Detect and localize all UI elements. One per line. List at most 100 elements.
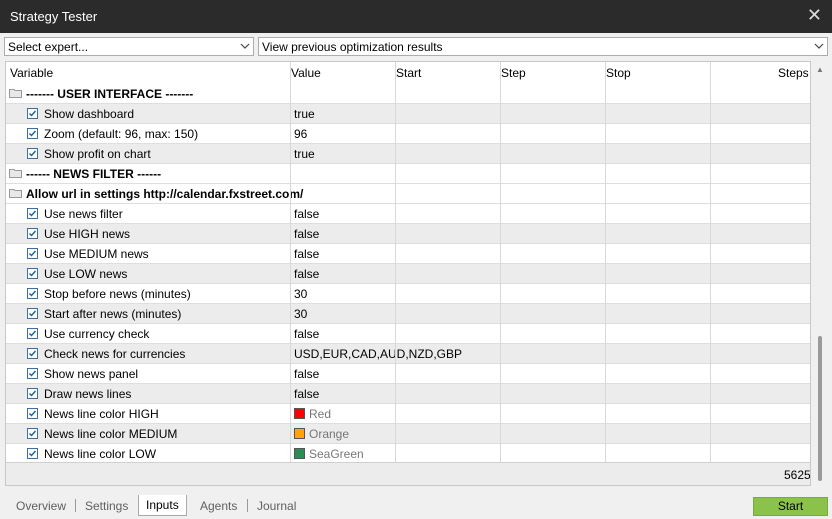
param-name: News line color MEDIUM [44, 427, 178, 441]
param-value[interactable]: true [294, 107, 315, 121]
chevron-down-icon [240, 43, 250, 49]
color-value[interactable]: Red [291, 404, 391, 424]
checkbox-icon[interactable] [27, 348, 38, 359]
table-row[interactable]: News line color LOW SeaGreen [6, 444, 810, 464]
checkbox-icon[interactable] [27, 208, 38, 219]
checkbox-icon[interactable] [27, 148, 38, 159]
table-row[interactable]: Use LOW news false [6, 264, 810, 284]
start-button[interactable]: Start [753, 497, 828, 516]
param-value[interactable]: 30 [294, 307, 307, 321]
param-value[interactable]: false [294, 267, 319, 281]
checkbox-icon[interactable] [27, 128, 38, 139]
optimization-results-select[interactable]: View previous optimization results [258, 37, 828, 56]
param-name: Use currency check [44, 327, 150, 341]
title-bar: Strategy Tester ✕ [0, 0, 832, 33]
column-divider [605, 62, 606, 462]
column-divider [710, 62, 711, 462]
table-row[interactable]: Use HIGH news false [6, 224, 810, 244]
group-row[interactable]: ------- USER INTERFACE ------- [6, 84, 810, 104]
column-divider [500, 62, 501, 462]
color-value[interactable]: Orange [291, 424, 391, 444]
param-value[interactable]: false [294, 207, 319, 221]
param-value[interactable]: 96 [294, 127, 307, 141]
tab-agents[interactable]: Agents [200, 496, 237, 516]
group-label: ------ NEWS FILTER ------ [26, 167, 162, 181]
checkbox-icon[interactable] [27, 268, 38, 279]
param-value[interactable]: 30 [294, 287, 307, 301]
checkbox-icon[interactable] [27, 428, 38, 439]
checkbox-icon[interactable] [27, 448, 38, 459]
scroll-up-icon[interactable]: ▲ [816, 65, 824, 74]
checkbox-icon[interactable] [27, 228, 38, 239]
table-row[interactable]: Use MEDIUM news false [6, 244, 810, 264]
param-name: Start after news (minutes) [44, 307, 182, 321]
param-name: Stop before news (minutes) [44, 287, 191, 301]
checkbox-icon[interactable] [27, 368, 38, 379]
tab-separator [75, 499, 76, 512]
param-name: Show dashboard [44, 107, 135, 121]
param-value[interactable]: false [294, 387, 319, 401]
table-row[interactable]: Stop before news (minutes) 30 [6, 284, 810, 304]
param-value[interactable]: true [294, 147, 315, 161]
group-label: ------- USER INTERFACE ------- [26, 87, 194, 101]
table-row[interactable]: Start after news (minutes) 30 [6, 304, 810, 324]
folder-icon [9, 169, 22, 178]
tab-separator [247, 499, 248, 512]
checkbox-icon[interactable] [27, 328, 38, 339]
param-name: Use LOW news [44, 267, 128, 281]
group-row[interactable]: ------ NEWS FILTER ------ [6, 164, 810, 184]
table-row[interactable]: Use currency check false [6, 324, 810, 344]
table-row[interactable]: Use news filter false [6, 204, 810, 224]
column-header-stop[interactable]: Stop [606, 66, 631, 80]
group-row[interactable]: Allow url in settings http://calendar.fx… [6, 184, 810, 204]
column-header-value[interactable]: Value [291, 66, 321, 80]
checkbox-icon[interactable] [27, 248, 38, 259]
param-name: Zoom (default: 96, max: 150) [44, 127, 199, 141]
checkbox-icon[interactable] [27, 308, 38, 319]
column-divider [290, 62, 291, 462]
vertical-scrollbar[interactable]: ▲ [812, 61, 830, 486]
checkbox-icon[interactable] [27, 288, 38, 299]
table-row[interactable]: Show news panel false [6, 364, 810, 384]
color-name: SeaGreen [309, 447, 364, 461]
column-header-variable[interactable]: Variable [10, 66, 53, 80]
column-header-start[interactable]: Start [396, 66, 421, 80]
checkbox-icon[interactable] [27, 388, 38, 399]
color-swatch [294, 448, 305, 459]
color-value[interactable]: SeaGreen [291, 444, 391, 464]
param-value[interactable]: false [294, 367, 319, 381]
expert-select[interactable]: Select expert... [4, 37, 254, 56]
table-row[interactable]: Show profit on chart true [6, 144, 810, 164]
table-row[interactable]: Check news for currencies USD,EUR,CAD,AUD… [6, 344, 810, 364]
param-value[interactable]: false [294, 247, 319, 261]
tab-journal[interactable]: Journal [257, 496, 296, 516]
param-value[interactable]: false [294, 227, 319, 241]
chevron-down-icon [814, 43, 824, 49]
folder-icon [9, 189, 22, 198]
close-icon[interactable]: ✕ [807, 5, 822, 26]
table-row[interactable]: News line color MEDIUM Orange [6, 424, 810, 444]
tab-settings[interactable]: Settings [85, 496, 128, 516]
tab-overview[interactable]: Overview [16, 496, 66, 516]
param-value[interactable]: USD,EUR,CAD,AUD,NZD,GBP [294, 347, 462, 361]
param-name: Use MEDIUM news [44, 247, 149, 261]
table-row[interactable]: Zoom (default: 96, max: 150) 96 [6, 124, 810, 144]
table-row[interactable]: Draw news lines false [6, 384, 810, 404]
param-value[interactable]: false [294, 327, 319, 341]
param-name: Check news for currencies [44, 347, 186, 361]
checkbox-icon[interactable] [27, 408, 38, 419]
table-row[interactable]: Show dashboard true [6, 104, 810, 124]
param-name: Show news panel [44, 367, 139, 381]
param-name: News line color LOW [44, 447, 157, 461]
checkbox-icon[interactable] [27, 108, 38, 119]
scrollbar-thumb[interactable] [818, 336, 822, 481]
optimization-results-value: View previous optimization results [262, 40, 443, 54]
total-steps: 5625 [784, 468, 811, 482]
tab-inputs[interactable]: Inputs [138, 495, 187, 516]
param-name: News line color HIGH [44, 407, 159, 421]
table-row[interactable]: News line color HIGH Red [6, 404, 810, 424]
column-header-step[interactable]: Step [501, 66, 526, 80]
color-swatch [294, 408, 305, 419]
expert-select-value: Select expert... [8, 40, 89, 54]
column-header-steps[interactable]: Steps [778, 66, 809, 80]
